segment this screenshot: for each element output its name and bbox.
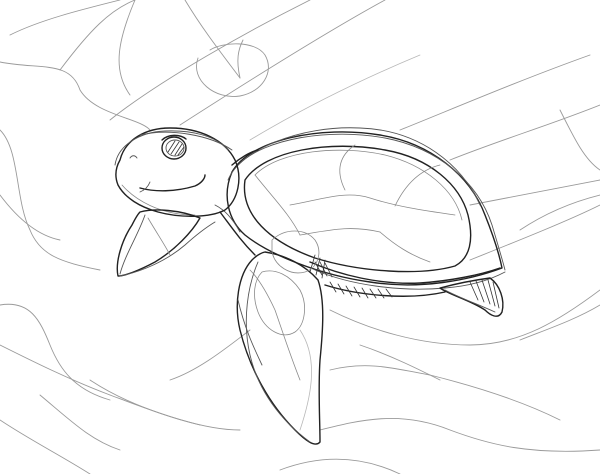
turtle-head <box>114 127 240 217</box>
turtle-sketch-illustration <box>0 0 600 474</box>
turtle-neck <box>214 149 326 279</box>
turtle-figure <box>114 127 506 445</box>
turtle-eye <box>161 134 187 160</box>
background-strokes <box>0 0 600 474</box>
turtle-shell <box>226 127 506 299</box>
turtle-front-right-flipper <box>236 230 324 445</box>
turtle-front-left-flipper <box>116 209 216 277</box>
drawing-canvas <box>0 0 600 474</box>
